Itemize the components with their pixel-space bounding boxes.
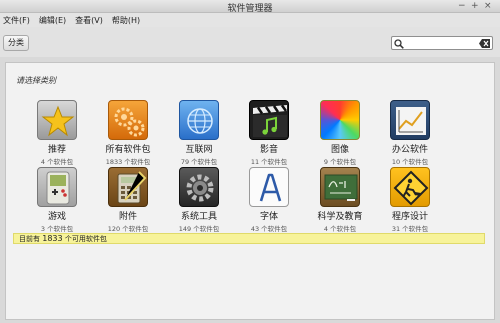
category-system-tools[interactable]: 系统工具 149 个软件包 <box>164 167 234 233</box>
menu-view[interactable]: 查看(V) <box>75 15 103 26</box>
status-bar: 目前有 1833 个可用软件包 <box>13 233 485 244</box>
category-count: 4 个软件包 <box>40 158 74 166</box>
gamepad-icon <box>37 167 77 207</box>
clapperboard-icon <box>249 100 289 140</box>
minimize-icon[interactable]: − <box>458 1 466 12</box>
category-science-education[interactable]: 科学及教育 4 个软件包 <box>305 167 375 233</box>
system-gear-icon <box>179 167 219 207</box>
category-count: 3 个软件包 <box>40 225 74 233</box>
category-button[interactable]: 分类 <box>3 35 29 51</box>
category-games[interactable]: 游戏 3 个软件包 <box>22 167 92 233</box>
chart-icon <box>390 100 430 140</box>
search-icon <box>394 39 404 49</box>
category-count: 149 个软件包 <box>178 225 220 233</box>
calculator-icon <box>108 167 148 207</box>
category-development[interactable]: 程序设计 31 个软件包 <box>375 167 445 233</box>
category-count: 31 个软件包 <box>391 225 429 233</box>
menu-help[interactable]: 帮助(H) <box>112 15 140 26</box>
chalkboard-icon <box>320 167 360 207</box>
category-office[interactable]: 办公软件 10 个软件包 <box>375 100 445 166</box>
maximize-icon[interactable]: + <box>471 1 479 12</box>
category-count: 120 个软件包 <box>107 225 149 233</box>
status-count: 1833 <box>42 234 63 243</box>
category-count: 79 个软件包 <box>180 158 218 166</box>
category-label: 互联网 <box>185 145 213 155</box>
category-count: 4 个软件包 <box>323 225 357 233</box>
category-count: 1833 个软件包 <box>105 158 151 166</box>
category-count: 9 个软件包 <box>323 158 357 166</box>
category-label: 图像 <box>330 145 349 155</box>
category-label: 游戏 <box>47 212 66 222</box>
status-prefix: 目前有 <box>19 235 40 243</box>
category-internet[interactable]: 互联网 79 个软件包 <box>164 100 234 166</box>
globe-icon <box>179 100 219 140</box>
category-accessories[interactable]: 附件 120 个软件包 <box>93 167 163 233</box>
gears-icon <box>108 100 148 140</box>
category-count: 43 个软件包 <box>250 225 288 233</box>
category-featured[interactable]: 推荐 4 个软件包 <box>22 100 92 166</box>
category-multimedia[interactable]: 影音 11 个软件包 <box>234 100 304 166</box>
close-icon[interactable]: × <box>484 1 492 12</box>
category-label: 推荐 <box>47 145 66 155</box>
construction-icon <box>390 167 430 207</box>
font-icon <box>249 167 289 207</box>
category-label: 字体 <box>259 212 278 222</box>
category-label: 系统工具 <box>180 212 217 222</box>
category-all-packages[interactable]: 所有软件包 1833 个软件包 <box>93 100 163 166</box>
menu-bar: 文件(F) 编辑(E) 查看(V) 帮助(H) <box>0 13 500 27</box>
clear-icon[interactable] <box>479 39 490 48</box>
status-suffix: 个可用软件包 <box>64 235 107 243</box>
category-label: 程序设计 <box>391 212 428 222</box>
category-label: 附件 <box>118 212 137 222</box>
category-graphics[interactable]: 图像 9 个软件包 <box>305 100 375 166</box>
star-icon <box>37 100 77 140</box>
category-fonts[interactable]: 字体 43 个软件包 <box>234 167 304 233</box>
title-bar: 软件管理器 − + × <box>0 0 500 14</box>
category-panel: 请选择类别 推荐 4 个软件包 所有软件包 1833 个软件包 互联网 79 个… <box>5 62 495 320</box>
category-label: 科学及教育 <box>317 212 363 222</box>
color-wheel-icon <box>320 100 360 140</box>
category-label: 所有软件包 <box>105 145 151 155</box>
category-count: 10 个软件包 <box>391 158 429 166</box>
menu-edit[interactable]: 编辑(E) <box>39 15 66 26</box>
category-label: 影音 <box>259 145 278 155</box>
search-input[interactable] <box>391 36 493 50</box>
category-count: 11 个软件包 <box>250 158 288 166</box>
section-heading: 请选择类别 <box>16 76 56 85</box>
category-label: 办公软件 <box>391 145 428 155</box>
menu-file[interactable]: 文件(F) <box>3 15 30 26</box>
